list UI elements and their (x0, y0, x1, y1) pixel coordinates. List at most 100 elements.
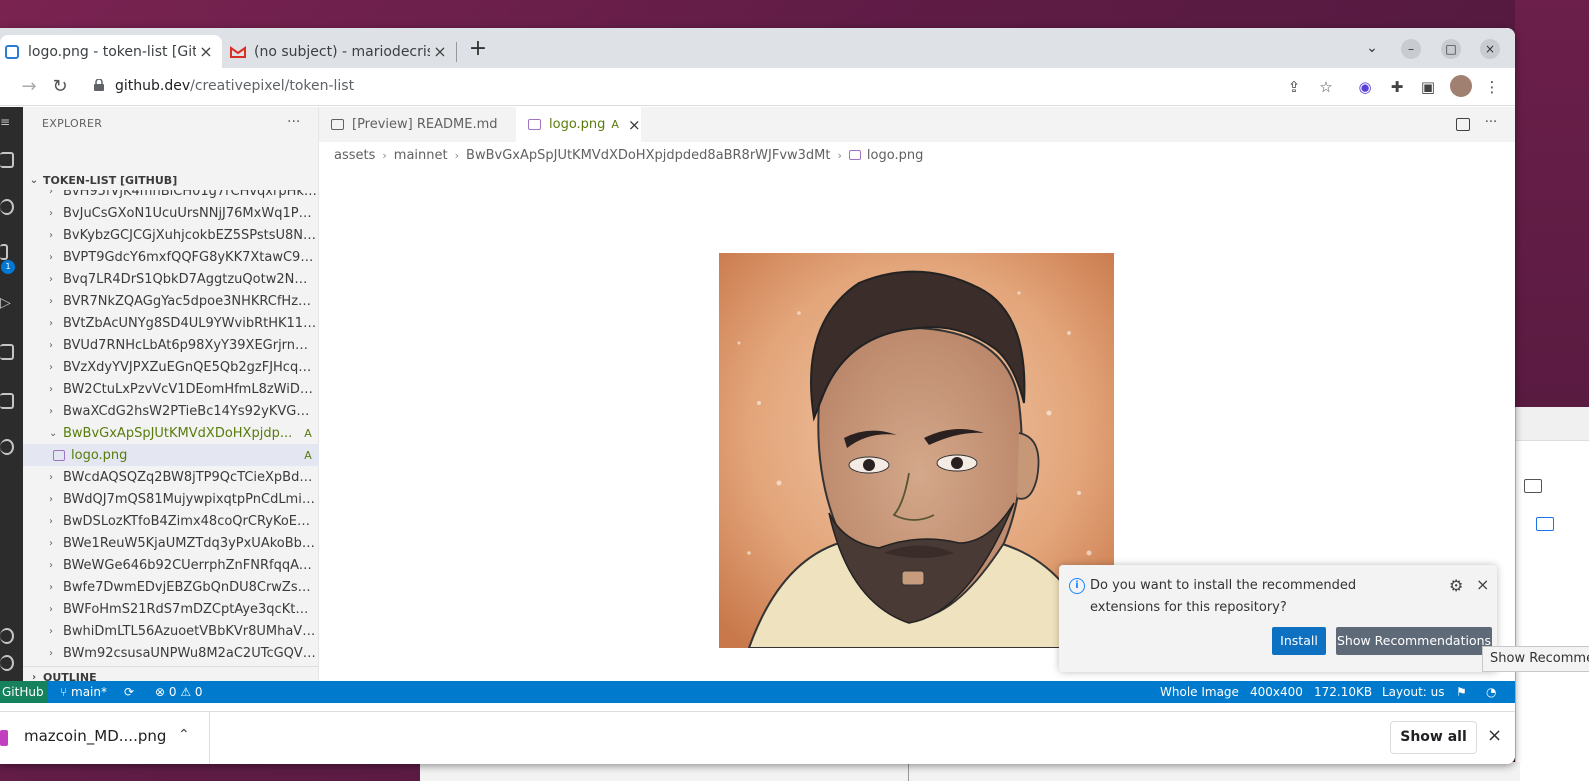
breadcrumb-item[interactable]: assets (334, 148, 375, 163)
image-file-icon (53, 449, 65, 461)
breadcrumb-item[interactable]: logo.png (867, 148, 923, 163)
tree-folder-item[interactable]: › BvJuCsGXoN1UcuUrsNNjJ76MxWq1PS... (23, 202, 319, 224)
branch-icon: ⑂ (60, 685, 72, 699)
tree-item-label: BWe1ReuW5KjaUMZTdq3yPxUAkoBbv... (63, 535, 319, 551)
browser-tab-gmail[interactable]: (no subject) - mariodecris × (226, 35, 456, 68)
tree-folder-item[interactable]: › BWe1ReuW5KjaUMZTdq3yPxUAkoBbv... (23, 532, 319, 554)
show-recommendations-button[interactable]: Show Recommendations (1336, 627, 1492, 655)
chevron-right-icon: › (49, 207, 53, 219)
added-badge: A (304, 426, 312, 440)
sync-icon[interactable]: ⟳ (124, 681, 134, 703)
explorer-more-actions-icon[interactable]: ··· (287, 114, 300, 130)
editor-more-actions-icon[interactable]: ··· (1482, 115, 1500, 133)
tree-folder-item[interactable]: › BwDSLozKTfoB4Zimx48coQrCRyKoEcCr... (23, 510, 319, 532)
forward-arrow-icon[interactable]: → (18, 76, 40, 98)
tab-search-chevron-icon[interactable]: ⌄ (1362, 40, 1382, 60)
extension-icon[interactable]: ◉ (1355, 77, 1375, 97)
browser-tab-title: logo.png - token-list [GitH (28, 43, 196, 60)
side-panel-icon[interactable]: ▣ (1418, 77, 1438, 97)
browser-tab-vscode[interactable]: logo.png - token-list [GitH × (0, 35, 222, 68)
background-window-bottom (420, 762, 1520, 781)
background-window-toolbar (1516, 407, 1589, 441)
new-tab-button[interactable]: + (466, 38, 490, 62)
tab-strip: logo.png - token-list [GitH × (no subjec… (0, 28, 1515, 68)
warning-icon: ⚠ (176, 685, 195, 699)
explorer-icon[interactable] (0, 152, 14, 168)
bookmark-star-icon[interactable]: ☆ (1316, 77, 1336, 97)
tree-item-label: BVtZbAcUNYg8SD4UL9YWvibRtHK11G... (63, 315, 319, 331)
chevron-up-icon[interactable]: ⌃ (178, 727, 190, 743)
minimize-button[interactable]: – (1401, 39, 1421, 59)
preview-icon (331, 119, 344, 130)
notification-close-icon[interactable]: × (1476, 575, 1489, 594)
tree-folder-item[interactable]: › BVUd7RNHcLbAt6p98XyY39XEGrjrnWui... (23, 334, 319, 356)
breadcrumb-item[interactable]: mainnet (394, 148, 448, 163)
tree-folder-item[interactable]: › BVR7NkZQAGgYac5dpoe3NHKRCfHz3U... (23, 290, 319, 312)
tree-file-item[interactable]: logo.png A (23, 444, 319, 466)
tree-folder-item[interactable]: › Bvq7LR4DrS1QbkD7AggtzuQotw2NWd... (23, 268, 319, 290)
source-control-badge: 1 (1, 260, 15, 274)
tree-folder-item[interactable]: › BVtZbAcUNYg8SD4UL9YWvibRtHK11G... (23, 312, 319, 334)
show-all-button[interactable]: Show all (1390, 721, 1477, 754)
tree-folder-item[interactable]: › BwhiDmLTL56AzuoetVBbKVr8UMhaVm... (23, 620, 319, 642)
tree-folder-item[interactable]: › BWFoHmS21RdS7mDZCptAye3qcKtZXg... (23, 598, 319, 620)
tree-folder-item[interactable]: › BvH95fVjK4mnBiCH01g7rCHvqxrpHkFv... (23, 190, 319, 202)
remote-explorer-icon[interactable] (0, 393, 14, 409)
editor-tab-logo[interactable]: logo.png A × (516, 107, 641, 142)
editor-tab-readme-preview[interactable]: [Preview] README.md (319, 107, 513, 142)
tree-folder-item[interactable]: › BVPT9GdcY6mxfQQFG8yKK7XtawC9Hci... (23, 246, 319, 268)
close-window-button[interactable]: × (1480, 39, 1500, 59)
tree-folder-item[interactable]: › Bwfe7DwmEDvjEBZGbQnDU8CrwZsuvY... (23, 576, 319, 598)
tree-folder-item[interactable]: › BWm92csusaUNPWu8M2aC2UTcGQVJsr... (23, 642, 319, 664)
file-size-status: 172.10KB (1314, 685, 1373, 699)
extensions-icon[interactable] (0, 344, 14, 360)
tree-folder-item[interactable]: › BWcdAQSQZq2BW8jTP9QcTCieXpBddJ... (23, 466, 319, 488)
menu-icon[interactable]: ≡ (0, 115, 14, 129)
extensions-puzzle-icon[interactable]: ✚ (1387, 77, 1407, 97)
branch-status[interactable]: ⑂ main* (60, 681, 107, 703)
browser-menu-icon[interactable]: ⋮ (1482, 77, 1502, 97)
reload-icon[interactable]: ↻ (49, 76, 71, 98)
feedback-icon[interactable]: ⚑ (1456, 681, 1467, 703)
github-icon[interactable] (0, 439, 14, 455)
tree-item-label: BWm92csusaUNPWu8M2aC2UTcGQVJsr... (63, 645, 319, 661)
tree-item-label: BWcdAQSQZq2BW8jTP9QcTCieXpBddJ... (63, 469, 319, 485)
remote-indicator[interactable]: GitHub (0, 681, 48, 703)
notification-settings-gear-icon[interactable]: ⚙ (1449, 576, 1463, 595)
maximize-button[interactable]: □ (1441, 39, 1461, 59)
close-tab-icon[interactable]: × (196, 42, 216, 62)
profile-avatar[interactable] (1450, 75, 1472, 97)
chevron-right-icon: › (382, 148, 387, 162)
tree-folder-item[interactable]: › BWdQJ7mQS81MujywpixqtpPnCdLmiui... (23, 488, 319, 510)
source-control-icon[interactable] (0, 244, 8, 260)
split-editor-icon[interactable] (1456, 118, 1470, 131)
image-file-icon (848, 150, 861, 160)
tree-folder-item[interactable]: ⌄ BwBvGxApSpJUtKMVdXDoHXpjdp... A (23, 422, 319, 444)
section-token-list[interactable]: ⌄ TOKEN-LIST [GITHUB] (23, 169, 319, 191)
close-download-bar-icon[interactable]: × (1487, 725, 1502, 746)
search-icon[interactable] (0, 199, 14, 215)
tree-item-label: BVzXdyYVJPXZuEGnQE5Qb2gzFJHcqTf... (63, 359, 319, 375)
manage-gear-icon[interactable] (0, 655, 14, 671)
problems-status[interactable]: ⊗ 0 ⚠ 0 (155, 681, 203, 703)
github-dev-favicon-icon (5, 44, 19, 59)
tree-item-label: BvH95fVjK4mnBiCH01g7rCHvqxrpHkFv... (63, 190, 319, 199)
breadcrumb-item[interactable]: BwBvGxApSpJUtKMVdXDoHXpjdpded8aBR8rWJFvw… (466, 148, 830, 163)
zoom-status[interactable]: Whole Image (1160, 681, 1239, 703)
install-button[interactable]: Install (1272, 627, 1326, 655)
download-file-name[interactable]: mazcoin_MD....png (24, 727, 166, 745)
close-editor-icon[interactable]: × (628, 116, 641, 134)
address-bar[interactable]: github.dev/creativepixel/token-list (82, 72, 1362, 102)
share-icon[interactable]: ⇪ (1284, 77, 1304, 97)
tree-folder-item[interactable]: › BwaXCdG2hsW2PTieBc14Ys92yKVGWS... (23, 400, 319, 422)
tree-folder-item[interactable]: › BvKybzGCJCGjXuhjcokbEZ5SPstsU8NoF... (23, 224, 319, 246)
close-tab-icon[interactable]: × (430, 42, 450, 62)
accounts-icon[interactable] (0, 628, 14, 644)
extensions-notification: i Do you want to install the recommended… (1059, 565, 1497, 672)
keyboard-layout-status[interactable]: Layout: us (1382, 681, 1445, 703)
tree-folder-item[interactable]: › BW2CtuLxPzvVcV1DEomHfmL8zWiDD4... (23, 378, 319, 400)
tree-folder-item[interactable]: › BWeWGe646b92CUerrphZnFNRfqqAd3... (23, 554, 319, 576)
tree-folder-item[interactable]: › BVzXdyYVJPXZuEGnQE5Qb2gzFJHcqTf... (23, 356, 319, 378)
notifications-bell-icon[interactable]: ◔ (1486, 681, 1496, 703)
run-debug-icon[interactable]: ▷ (0, 295, 14, 311)
